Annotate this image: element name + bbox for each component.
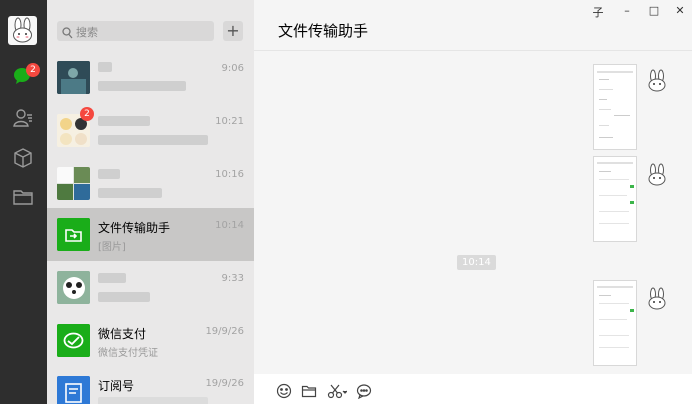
message-timestamp: 10:14 xyxy=(457,255,496,270)
unread-badge: 2 xyxy=(80,107,94,121)
chat-item-wechat-pay[interactable]: 微信支付 微信支付凭证 19/9/26 xyxy=(47,314,254,367)
blurred-message xyxy=(98,81,186,91)
contacts-icon[interactable] xyxy=(12,107,34,129)
chat-name: 微信支付 xyxy=(98,327,147,341)
chat-time: 9:33 xyxy=(221,273,244,284)
chat-avatar xyxy=(57,167,90,200)
chat-last-message: [图片] xyxy=(98,242,126,253)
chat-time: 10:16 xyxy=(215,169,244,180)
chat-title: 文件传输助手 xyxy=(278,22,369,40)
my-avatar[interactable] xyxy=(8,16,37,45)
blurred-name xyxy=(98,169,120,179)
chat-last-message: 微信支付凭证 xyxy=(98,348,158,359)
chat-list-pane: 搜索 + 9:06 2 10:21 10:16 文件传输助手 [图片] 10:1… xyxy=(47,0,254,404)
search-box[interactable]: 搜索 xyxy=(57,21,214,41)
folder-icon[interactable] xyxy=(12,186,34,208)
blurred-name xyxy=(98,62,112,72)
blurred-name xyxy=(98,273,126,283)
image-message[interactable] xyxy=(593,64,637,150)
blurred-message xyxy=(98,397,208,404)
pin-icon[interactable]: 子 xyxy=(588,4,608,20)
compose-area[interactable] xyxy=(254,374,692,404)
chat-time: 19/9/26 xyxy=(205,326,244,337)
chat-item-file-transfer[interactable]: 文件传输助手 [图片] 10:14 xyxy=(47,208,254,261)
chat-name: 订阅号 xyxy=(98,379,135,393)
chat-item-subscriptions[interactable]: 订阅号 19/9/26 xyxy=(47,366,254,404)
title-divider xyxy=(254,50,692,51)
maximize-button[interactable]: □ xyxy=(644,4,664,17)
add-chat-button[interactable]: + xyxy=(223,21,243,41)
self-avatar xyxy=(644,162,670,188)
chat-item[interactable]: 2 10:21 xyxy=(47,104,254,157)
blurred-message xyxy=(98,188,162,198)
blurred-message xyxy=(98,292,150,302)
chat-time: 10:14 xyxy=(215,220,244,231)
minimize-button[interactable]: – xyxy=(617,4,637,17)
chat-time: 19/9/26 xyxy=(205,378,244,389)
chat-item[interactable]: 9:06 xyxy=(47,51,254,104)
chat-time: 9:06 xyxy=(221,63,244,74)
chat-badge: 2 xyxy=(26,63,40,77)
file-transfer-icon xyxy=(57,218,90,251)
folder-icon[interactable] xyxy=(301,383,317,399)
chat-avatar xyxy=(57,271,90,304)
self-avatar xyxy=(644,286,670,312)
subscriptions-icon xyxy=(57,376,90,404)
favorites-cube-icon[interactable] xyxy=(12,147,34,169)
blurred-message xyxy=(98,135,208,145)
wechat-pay-icon xyxy=(57,324,90,357)
chat-item[interactable]: 10:16 xyxy=(47,157,254,210)
emoji-icon[interactable] xyxy=(276,383,292,399)
chat-window: 文件传输助手 子 – □ ✕ 10:14 xyxy=(254,0,692,404)
image-message[interactable] xyxy=(593,156,637,242)
search-input[interactable]: 搜索 xyxy=(76,24,98,40)
image-message[interactable] xyxy=(593,280,637,366)
self-avatar xyxy=(644,68,670,94)
screenshot-scissors-icon[interactable] xyxy=(327,383,348,399)
close-button[interactable]: ✕ xyxy=(670,4,690,17)
chat-avatar xyxy=(57,61,90,94)
chat-name: 文件传输助手 xyxy=(98,221,171,235)
nav-sidebar: 2 xyxy=(0,0,47,404)
blurred-name xyxy=(98,116,150,126)
chat-time: 10:21 xyxy=(215,116,244,127)
search-icon xyxy=(62,24,73,43)
chat-history-icon[interactable] xyxy=(356,383,372,400)
chat-item[interactable]: 9:33 xyxy=(47,261,254,314)
